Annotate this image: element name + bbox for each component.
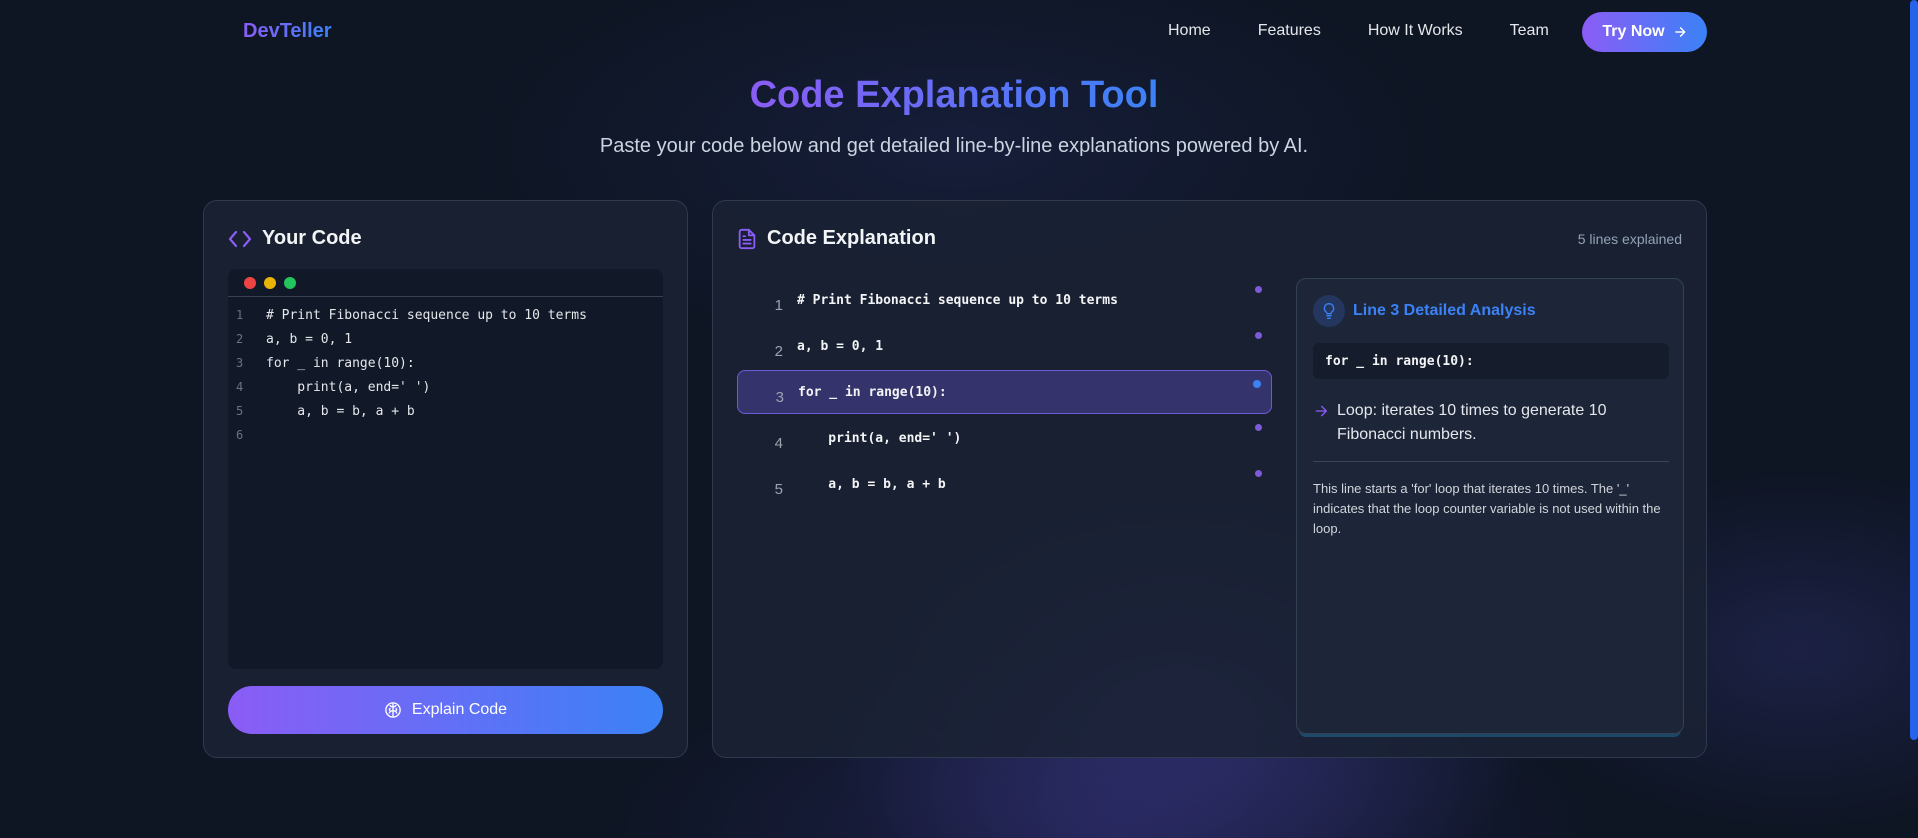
line-detail-card: Line 3 Detailed Analysis for _ in range(… — [1296, 278, 1684, 734]
nav-link-how-it-works[interactable]: How It Works — [1368, 22, 1463, 40]
arrow-right-icon — [1674, 27, 1685, 37]
explanation-line-5[interactable]: 5 a, b = b, a + b — [737, 461, 1272, 507]
window-minimize-dot — [264, 276, 276, 289]
line-status-dot — [1253, 380, 1261, 388]
detail-code-snippet: for _ in range(10): — [1313, 343, 1669, 379]
nav-link-features[interactable]: Features — [1258, 22, 1321, 40]
explanation-line-4[interactable]: 4 print(a, end=' ') — [737, 415, 1272, 461]
code-input-title: Your Code — [262, 227, 362, 249]
explanation-line-number: 4 — [774, 434, 783, 452]
window-close-dot — [244, 276, 256, 289]
code-line: 3 for _ in range(10): — [228, 351, 663, 375]
lightbulb-icon — [1313, 295, 1345, 327]
code-input-panel: Your Code 1 # Print Fibonacci sequence up… — [203, 200, 688, 758]
code-line: 5 a, b = b, a + b — [228, 399, 663, 423]
code-line-text: print(a, end=' ') — [266, 379, 431, 395]
explanation-title: Code Explanation — [767, 227, 936, 249]
explanation-line-1[interactable]: 1 # Print Fibonacci sequence up to 10 te… — [737, 277, 1272, 323]
explanation-line-number: 1 — [774, 296, 783, 314]
detail-key-point: Loop: iterates 10 times to generate 10 F… — [1313, 399, 1669, 447]
code-line: 4 print(a, end=' ') — [228, 375, 663, 399]
explanation-line-list: 1 # Print Fibonacci sequence up to 10 te… — [737, 277, 1272, 507]
explanation-line-number: 2 — [774, 342, 783, 360]
explanation-line-number: 3 — [775, 388, 784, 406]
line-number: 1 — [236, 308, 244, 322]
code-line: 6 — [228, 423, 663, 447]
explanation-line-code: for _ in range(10): — [798, 384, 947, 400]
line-number: 4 — [236, 380, 244, 394]
explanation-line-number: 5 — [774, 480, 783, 498]
line-status-dot — [1255, 332, 1262, 339]
code-editor[interactable]: 1 # Print Fibonacci sequence up to 10 ter… — [228, 269, 663, 669]
code-line-text: for _ in range(10): — [266, 355, 415, 371]
code-line-text: # Print Fibonacci sequence up to 10 term… — [266, 307, 587, 323]
nav-links: Home Features How It Works Team — [1168, 22, 1596, 40]
line-number: 6 — [236, 428, 244, 442]
code-line: 1 # Print Fibonacci sequence up to 10 ter… — [228, 303, 663, 327]
nav-link-home[interactable]: Home — [1168, 22, 1211, 40]
code-line-text: a, b = b, a + b — [266, 403, 415, 419]
page-title: Code Explanation Tool — [0, 74, 1908, 117]
brand-logo[interactable]: DevTeller — [243, 20, 332, 43]
detail-description: This line starts a 'for' loop that itera… — [1313, 481, 1661, 536]
detail-title: Line 3 Detailed Analysis — [1353, 302, 1536, 319]
try-now-label: Try Now — [1602, 23, 1665, 40]
line-number: 2 — [236, 332, 244, 346]
line-number: 3 — [236, 356, 244, 370]
code-input-header: Your Code — [228, 227, 362, 250]
try-now-button[interactable]: Try Now — [1582, 12, 1707, 52]
page-subtitle: Paste your code below and get detailed l… — [599, 135, 1309, 157]
scrollbar[interactable] — [1910, 0, 1918, 740]
explanation-line-code: print(a, end=' ') — [797, 430, 962, 446]
code-explanation-panel: Code Explanation 5 lines explained 1 # P… — [712, 200, 1707, 758]
navbar: DevTeller Home Features How It Works Tea… — [0, 0, 1918, 64]
line-number: 5 — [236, 404, 244, 418]
explanation-line-code: # Print Fibonacci sequence up to 10 term… — [797, 292, 1118, 308]
code-textarea[interactable]: 1 # Print Fibonacci sequence up to 10 ter… — [228, 297, 663, 447]
explanation-line-2[interactable]: 2 a, b = 0, 1 — [737, 323, 1272, 369]
brain-icon — [385, 702, 401, 718]
detail-key-point-text: Loop: iterates 10 times to generate 10 F… — [1337, 402, 1607, 443]
explain-code-label: Explain Code — [411, 701, 508, 718]
document-icon — [738, 228, 756, 249]
detail-header: Line 3 Detailed Analysis — [1313, 295, 1536, 327]
line-status-dot — [1255, 286, 1262, 293]
code-line-text: a, b = 0, 1 — [266, 331, 353, 347]
nav-link-team[interactable]: Team — [1510, 22, 1549, 40]
explanation-header: Code Explanation — [737, 227, 936, 250]
code-line: 2 a, b = 0, 1 — [228, 327, 663, 351]
code-brackets-icon — [228, 230, 252, 247]
detail-divider — [1313, 461, 1669, 462]
editor-window-bar — [228, 269, 663, 297]
window-maximize-dot — [284, 276, 296, 289]
page-title-text: Code Explanation Tool — [749, 74, 1159, 116]
line-status-dot — [1255, 470, 1262, 477]
explanation-line-code: a, b = b, a + b — [797, 476, 946, 492]
explanation-line-code: a, b = 0, 1 — [797, 338, 884, 354]
arrow-right-icon — [1315, 405, 1327, 417]
explain-code-button[interactable]: Explain Code — [228, 686, 663, 734]
lines-explained-count: 5 lines explained — [1577, 231, 1682, 247]
explanation-line-3[interactable]: 3 for _ in range(10): — [737, 370, 1272, 414]
line-status-dot — [1255, 424, 1262, 431]
